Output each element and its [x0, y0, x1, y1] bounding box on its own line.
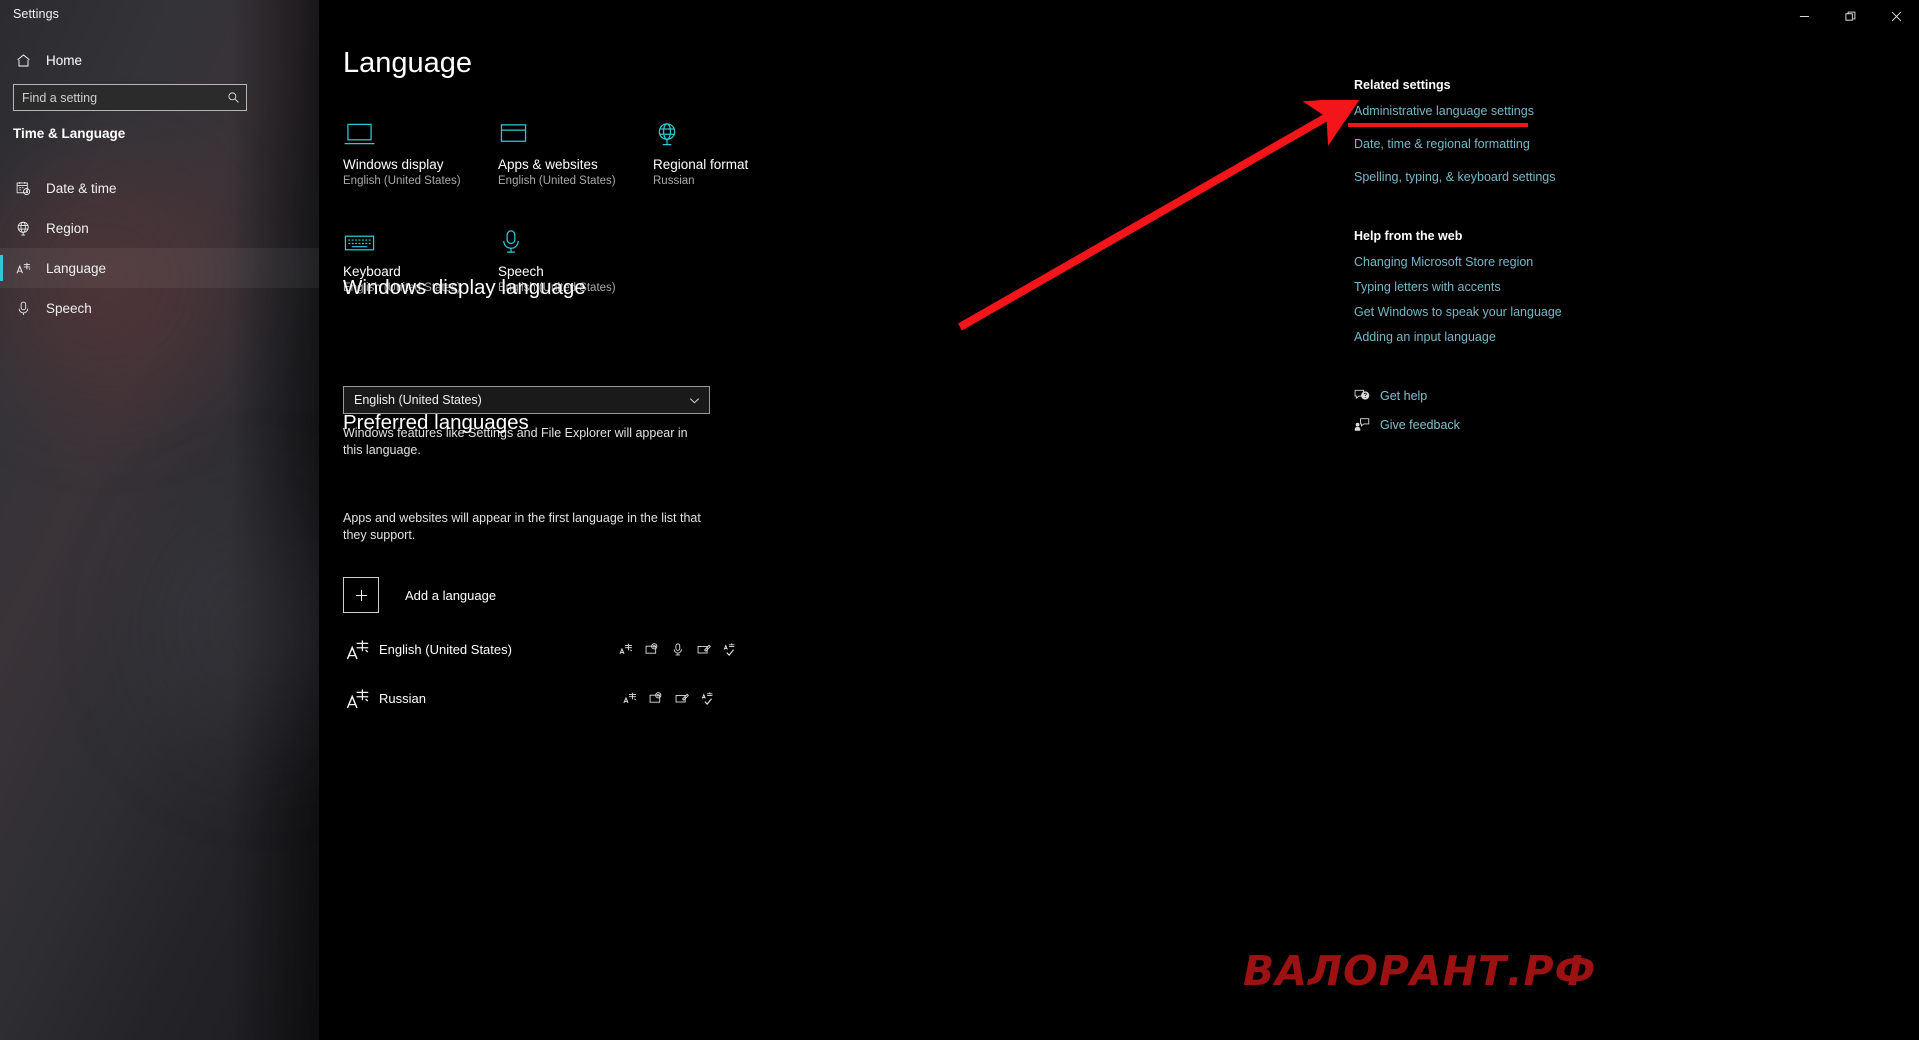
spellcheck-icon — [700, 691, 715, 706]
related-settings-rail: Related settings Administrative language… — [1354, 78, 1604, 446]
search-input[interactable] — [14, 90, 220, 105]
calendar-clock-icon — [0, 180, 46, 197]
give-feedback-link[interactable]: Give feedback — [1354, 417, 1604, 432]
language-pack-icon — [622, 691, 637, 706]
tile-value: English (United States) — [498, 175, 616, 187]
rail-spacer — [1354, 203, 1604, 229]
microphone-icon — [0, 300, 46, 317]
get-help-label: Get help — [1380, 388, 1428, 403]
window-icon — [498, 112, 653, 148]
dropdown-selected-value: English (United States) — [354, 393, 482, 407]
sidebar-item-speech[interactable]: Speech — [0, 288, 319, 328]
sidebar: Settings Home Time & Language — [0, 0, 319, 1040]
close-button[interactable] — [1873, 0, 1919, 32]
restore-button[interactable] — [1827, 0, 1873, 32]
tile-value: Russian — [653, 175, 695, 187]
give-feedback-label: Give feedback — [1380, 417, 1460, 432]
help-bubble-icon — [1354, 388, 1380, 403]
help-from-web-heading: Help from the web — [1354, 229, 1463, 243]
tile-title: Apps & websites — [498, 157, 598, 172]
sidebar-item-label: Region — [46, 220, 89, 236]
preferred-languages-description: Apps and websites will appear in the fir… — [343, 511, 701, 542]
tile-title: Regional format — [653, 157, 749, 172]
home-icon — [0, 52, 46, 69]
page-title: Language — [343, 47, 473, 79]
sidebar-category-title: Time & Language — [13, 126, 126, 141]
link-date-time-regional-formatting[interactable]: Date, time & regional formatting — [1354, 137, 1604, 151]
add-language-label: Add a language — [405, 587, 497, 603]
handwriting-icon — [696, 642, 711, 657]
speech-recognition-icon — [670, 642, 685, 657]
sidebar-item-language[interactable]: Language — [0, 248, 319, 288]
microphone-icon — [498, 219, 653, 255]
app-title: Settings — [13, 7, 59, 21]
rail-spacer — [1354, 355, 1604, 388]
link-typing-letters-with-accents[interactable]: Typing letters with accents — [1354, 280, 1604, 294]
chevron-down-icon — [688, 394, 701, 407]
watermark: ВАЛОРАНТ.РФ — [1243, 947, 1597, 995]
sidebar-item-label: Speech — [46, 300, 92, 316]
display-language-dropdown[interactable]: English (United States) — [343, 386, 710, 414]
language-feature-icons — [622, 691, 715, 706]
sidebar-item-region[interactable]: Region — [0, 208, 319, 248]
globe-stand-icon — [653, 112, 808, 148]
search-icon[interactable] — [220, 85, 246, 110]
link-get-windows-to-speak-your-language[interactable]: Get Windows to speak your language — [1354, 305, 1604, 319]
tile-regional-format[interactable]: Regional format Russian — [653, 108, 808, 187]
sidebar-item-label: Home — [46, 52, 83, 68]
handwriting-icon — [674, 691, 689, 706]
preferred-languages-heading: Preferred languages — [343, 411, 529, 434]
related-settings-heading: Related settings — [1354, 78, 1451, 92]
sidebar-item-home[interactable]: Home — [0, 44, 319, 76]
link-changing-microsoft-store-region[interactable]: Changing Microsoft Store region — [1354, 255, 1604, 269]
spellcheck-icon — [722, 642, 737, 657]
language-a-icon — [337, 686, 379, 712]
tile-row: Keyboard English (United States) Speech … — [343, 215, 843, 322]
list-item[interactable]: Russian — [337, 674, 737, 723]
display-language-heading: Windows display language — [343, 276, 586, 299]
get-help-link[interactable]: Get help — [1354, 388, 1604, 403]
sidebar-item-label: Date & time — [46, 180, 117, 196]
link-adding-an-input-language[interactable]: Adding an input language — [1354, 330, 1604, 344]
tile-title: Windows display — [343, 157, 444, 172]
list-item[interactable]: English (United States) — [337, 625, 737, 674]
text-to-speech-icon — [644, 642, 659, 657]
list-item-label: Russian — [379, 691, 426, 706]
tile-windows-display[interactable]: Windows display English (United States) — [343, 108, 498, 187]
link-spelling-typing-keyboard-settings[interactable]: Spelling, typing, & keyboard settings — [1354, 170, 1604, 184]
globe-icon — [0, 220, 46, 237]
sidebar-item-date-time[interactable]: Date & time — [0, 168, 319, 208]
search-box[interactable] — [13, 84, 247, 111]
sidebar-item-label: Language — [46, 260, 107, 276]
laptop-icon — [343, 112, 498, 148]
annotation-underline — [1348, 123, 1528, 127]
feedback-icon — [1354, 417, 1380, 432]
language-a-icon — [0, 260, 46, 277]
preferred-languages-list: English (United States) Russian — [337, 625, 737, 723]
language-feature-icons — [618, 642, 737, 657]
main-content: Language Windows display English (United… — [319, 0, 1919, 1040]
link-administrative-language-settings[interactable]: Administrative language settings — [1354, 104, 1604, 118]
window-controls — [1781, 0, 1919, 32]
sidebar-nav-list: Date & time Region Language Speech — [0, 168, 319, 328]
keyboard-icon — [343, 219, 498, 255]
sidebar-shadow — [229, 0, 319, 1040]
tile-apps-websites[interactable]: Apps & websites English (United States) — [498, 108, 653, 187]
tile-row: Windows display English (United States) … — [343, 108, 843, 215]
tile-value: English (United States) — [343, 175, 461, 187]
list-item-label: English (United States) — [379, 642, 512, 657]
text-to-speech-icon — [648, 691, 663, 706]
language-pack-icon — [618, 642, 633, 657]
minimize-button[interactable] — [1781, 0, 1827, 32]
language-a-icon — [337, 637, 379, 663]
plus-icon — [343, 577, 379, 613]
settings-window: Settings Home Time & Language — [0, 0, 1919, 1040]
add-language-button[interactable]: Add a language — [343, 577, 496, 613]
